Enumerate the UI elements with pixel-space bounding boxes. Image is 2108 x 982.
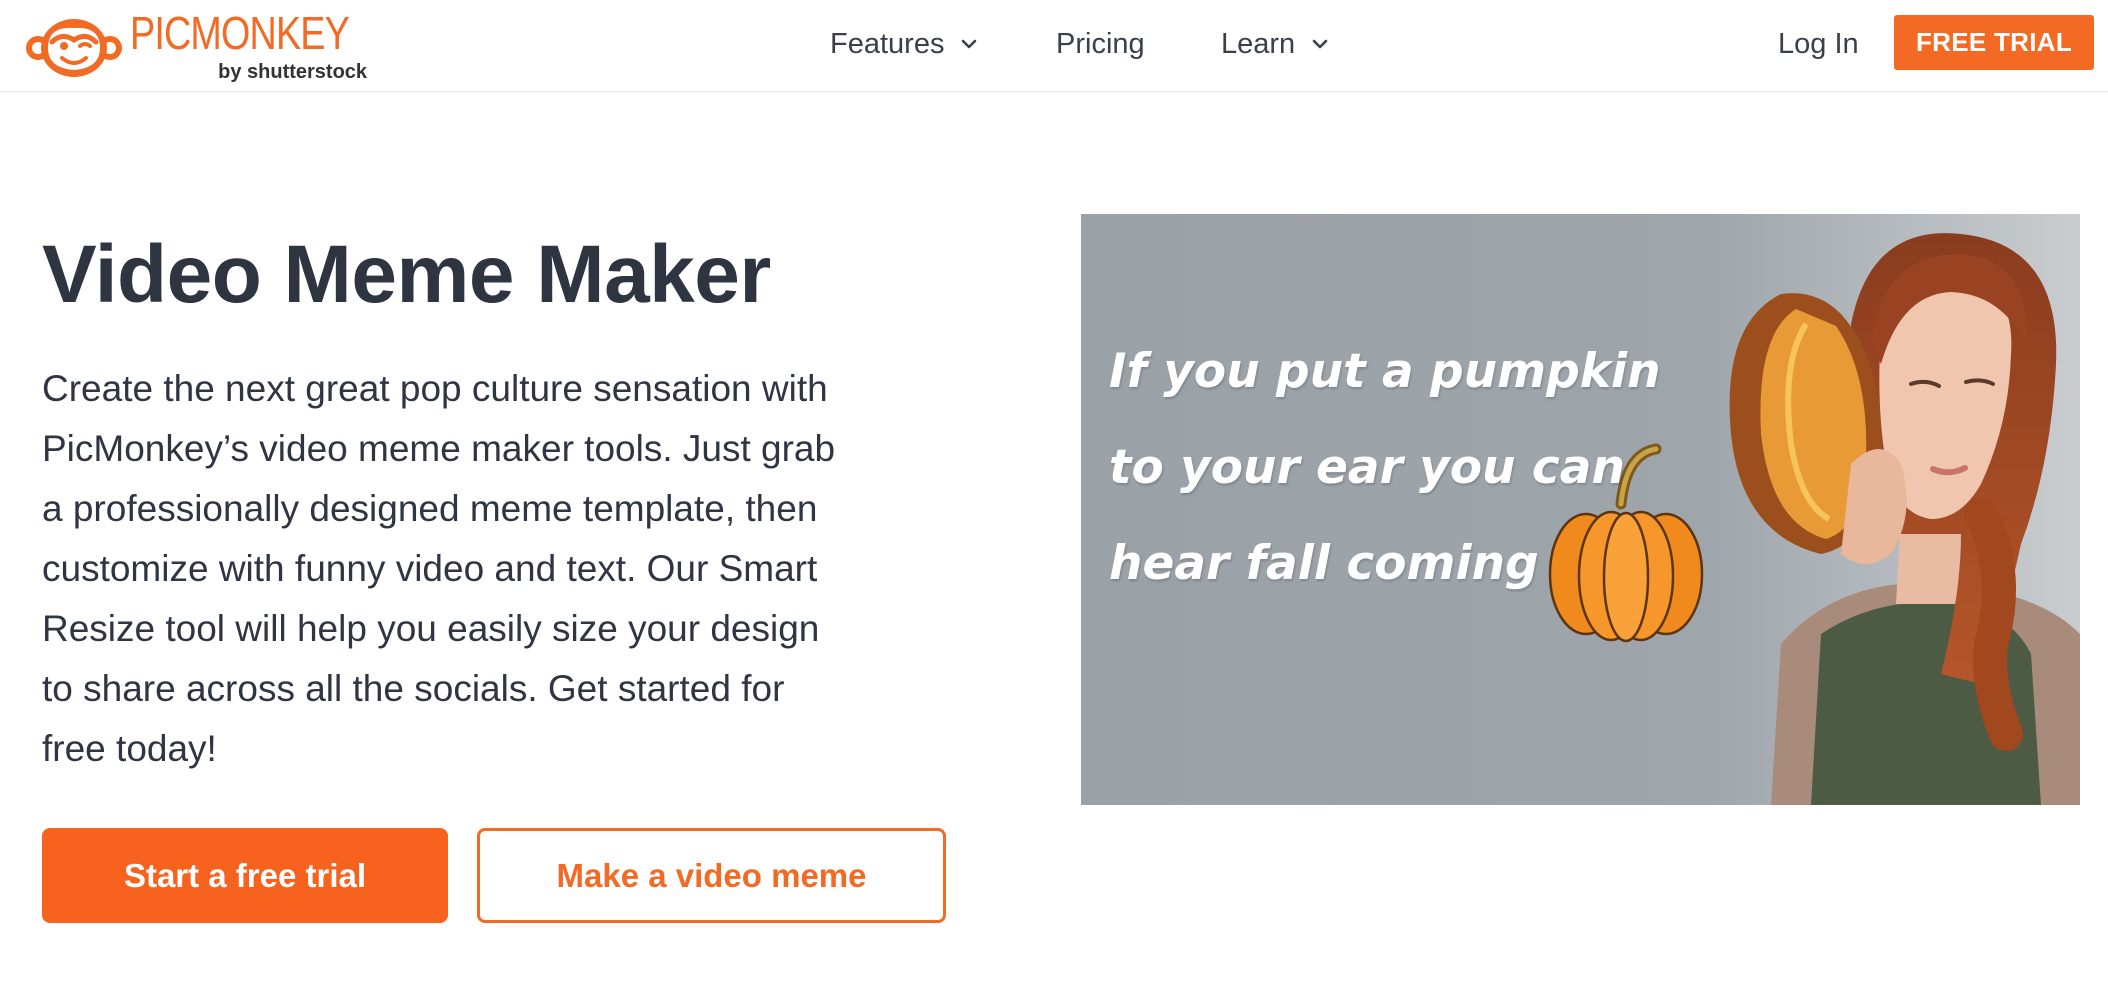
chevron-down-icon [962, 39, 977, 49]
make-video-meme-button[interactable]: Make a video meme [477, 828, 946, 923]
page: PICMONKEY by shutterstock Features Prici… [0, 0, 2108, 982]
free-trial-button[interactable]: FREE TRIAL [1894, 15, 2094, 70]
login-label: Log In [1778, 27, 1859, 60]
login-link[interactable]: Log In [1778, 24, 1859, 64]
nav-learn-label: Learn [1221, 27, 1296, 60]
meme-caption: If you put a pumpkin to your ear you can… [1109, 344, 1661, 591]
nav-learn[interactable]: Learn [1221, 24, 1331, 64]
nav-features-label: Features [830, 27, 945, 60]
start-free-trial-button[interactable]: Start a free trial [42, 828, 448, 923]
meme-preview: If you put a pumpkin to your ear you can… [1081, 214, 2080, 805]
nav-pricing[interactable]: Pricing [1056, 24, 1145, 64]
hero-description: Create the next great pop culture sensat… [42, 368, 836, 769]
page-title: Video Meme Maker [42, 229, 771, 320]
chevron-down-icon [1312, 39, 1328, 49]
main-nav: Features Pricing Learn Log In [0, 0, 2108, 92]
nav-pricing-label: Pricing [1056, 27, 1145, 60]
site-header: PICMONKEY by shutterstock Features Prici… [0, 0, 2108, 92]
nav-features[interactable]: Features [830, 24, 980, 64]
